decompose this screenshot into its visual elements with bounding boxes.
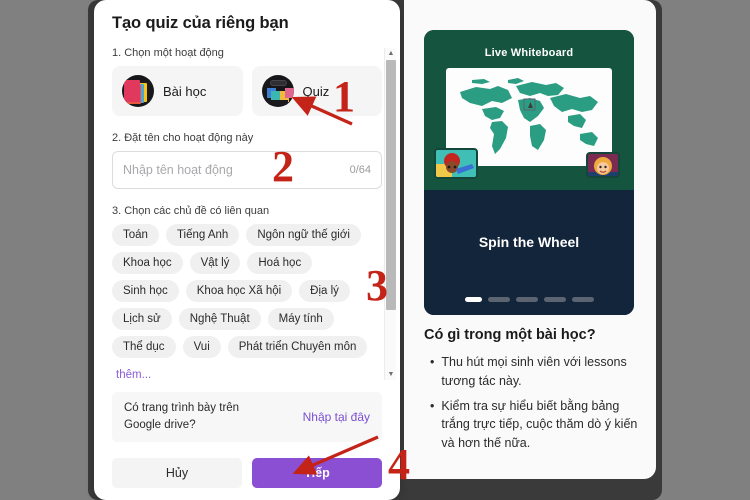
quiz-grid-icon xyxy=(261,75,294,107)
topic-chip[interactable]: Khoa học xyxy=(112,252,183,274)
spin-wheel-label: Spin the Wheel xyxy=(478,234,580,250)
activity-option-quiz-label: Quiz xyxy=(302,83,330,99)
dialog-scrollbar[interactable]: ▲ ▼ xyxy=(384,48,396,380)
topic-chip[interactable]: Nghệ Thuật xyxy=(178,308,261,330)
carousel-dot[interactable] xyxy=(543,297,566,302)
list-item: • Thu hút mọi sinh viên với lessons tươn… xyxy=(430,353,648,391)
slide-title: Live Whiteboard xyxy=(484,47,574,59)
list-item-text: Kiểm tra sự hiểu biết bằng bảng trắng tr… xyxy=(441,398,638,451)
topic-chip[interactable]: Vui xyxy=(182,336,221,358)
google-drive-import-row: Có trang trình bày trên Google drive? Nh… xyxy=(112,392,382,442)
preview-panel: Live Whiteboard Spin the Wheel Có gì tro… xyxy=(404,0,656,479)
cancel-button[interactable]: Hủy xyxy=(112,458,242,488)
carousel-slide-spin-wheel: Spin the Wheel xyxy=(424,190,634,315)
topic-chip[interactable]: Máy tính xyxy=(267,308,334,330)
dialog-footer: Hủy Tiếp xyxy=(112,458,382,488)
topic-chip[interactable]: Khoa học Xã hội xyxy=(185,280,293,302)
activity-options: Bài học Quiz xyxy=(112,66,382,116)
preview-heading: Có gì trong một bài học? xyxy=(424,327,596,343)
preview-bullet-list: • Thu hút mọi sinh viên với lessons tươn… xyxy=(430,353,648,459)
topic-chip[interactable]: Hoá học xyxy=(247,252,313,274)
scroll-down-arrow-icon[interactable]: ▼ xyxy=(385,369,397,380)
carousel-dot[interactable] xyxy=(487,297,510,302)
bullet-dot-icon: • xyxy=(430,355,435,369)
carousel-slide-whiteboard: Live Whiteboard xyxy=(424,30,634,190)
carousel-dot[interactable] xyxy=(464,297,482,302)
google-drive-question: Có trang trình bày trên Google drive? xyxy=(124,402,240,431)
carousel-dot[interactable] xyxy=(515,297,538,302)
create-quiz-dialog: Tạo quiz của riêng bạn 1. Chọn một hoạt … xyxy=(94,0,400,500)
topic-chip[interactable]: Địa lý xyxy=(299,280,350,302)
list-item: • Kiểm tra sự hiểu biết bằng bảng trắng … xyxy=(430,397,648,453)
topic-chip-list: Toán Tiếng Anh Ngôn ngữ thế giới Khoa họ… xyxy=(112,224,382,386)
activity-option-lesson[interactable]: Bài học xyxy=(112,66,243,116)
character-counter: 0/64 xyxy=(349,164,371,176)
scrollbar-thumb[interactable] xyxy=(386,60,396,310)
lesson-stack-icon xyxy=(122,75,154,107)
carousel-dot[interactable] xyxy=(571,297,594,302)
topic-chip[interactable]: Vật lý xyxy=(189,252,241,274)
avatar xyxy=(434,148,478,179)
page-title: Tạo quiz của riêng bạn xyxy=(112,14,289,32)
topic-chip[interactable]: Lịch sử xyxy=(112,308,172,330)
step-3-label: 3. Chọn các chủ đề có liên quan xyxy=(112,205,270,217)
activity-name-input[interactable] xyxy=(123,163,344,177)
scroll-up-arrow-icon[interactable]: ▲ xyxy=(385,48,397,59)
list-item-text: Thu hút mọi sinh viên với lessons tương … xyxy=(441,355,627,388)
bullet-dot-icon: • xyxy=(430,398,435,413)
topic-chip[interactable]: Thể dục xyxy=(112,336,176,358)
activity-name-field-wrapper: 0/64 xyxy=(112,151,382,189)
google-drive-import-link[interactable]: Nhập tại đây xyxy=(303,410,370,424)
carousel-indicators xyxy=(424,297,634,302)
topic-chip[interactable]: Sinh học xyxy=(112,280,179,302)
topic-chip[interactable]: Toán xyxy=(112,224,159,246)
avatar xyxy=(586,152,620,178)
topic-chip[interactable]: Ngôn ngữ thế giới xyxy=(246,224,361,246)
activity-option-quiz[interactable]: Quiz xyxy=(251,66,382,116)
dialog-body: Tạo quiz của riêng bạn 1. Chọn một hoạt … xyxy=(94,0,400,388)
activity-option-lesson-label: Bài học xyxy=(163,83,207,99)
feature-carousel: Live Whiteboard Spin the Wheel xyxy=(424,30,634,315)
topic-chip[interactable]: Tiếng Anh xyxy=(165,224,240,246)
next-button[interactable]: Tiếp xyxy=(252,458,382,488)
step-2-label: 2. Đặt tên cho hoạt động này xyxy=(112,132,254,144)
world-map-icon xyxy=(460,78,598,154)
topic-chip[interactable]: Phát triển Chuyên môn xyxy=(227,336,368,358)
show-more-topics-link[interactable]: thêm... xyxy=(112,364,155,386)
step-1-label: 1. Chọn một hoạt động xyxy=(112,47,224,59)
screenshot-root: Tạo quiz của riêng bạn 1. Chọn một hoạt … xyxy=(0,0,750,500)
